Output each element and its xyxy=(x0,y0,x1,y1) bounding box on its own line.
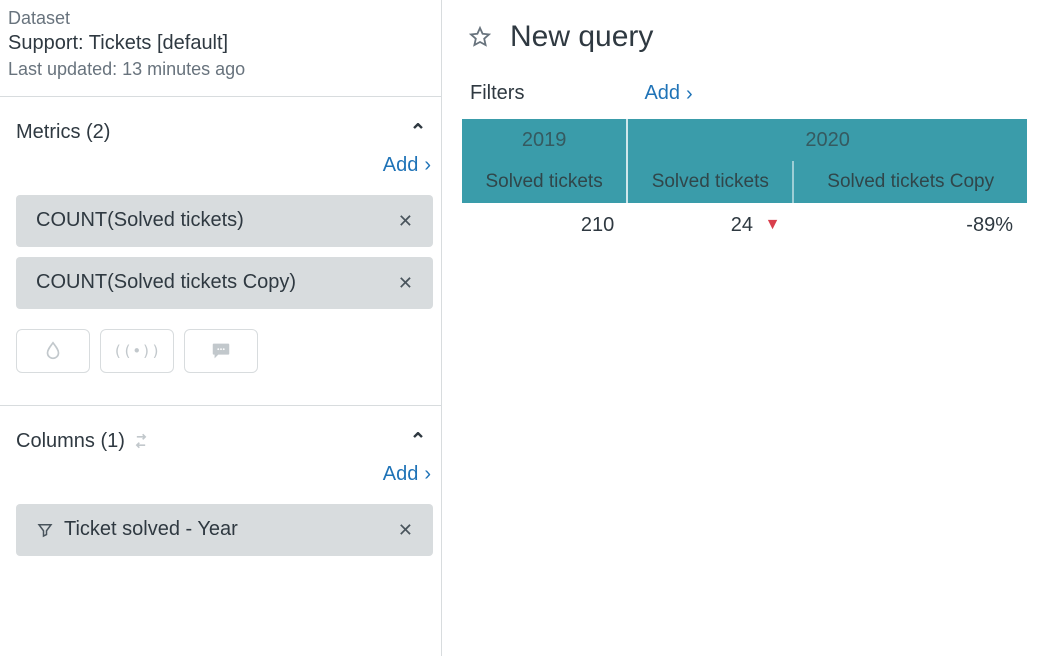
star-icon[interactable] xyxy=(468,25,492,49)
table-cell: 24 ▼ xyxy=(628,203,794,247)
metric-chip-label: COUNT(Solved tickets) xyxy=(36,209,244,232)
filters-add-link[interactable]: Add › xyxy=(644,82,692,105)
query-title[interactable]: New query xyxy=(510,20,653,54)
dataset-name: Support: Tickets [default] xyxy=(8,30,441,57)
metrics-section: Metrics (2) ⌃ Add › COUNT(Solved tickets… xyxy=(0,97,441,406)
droplet-button[interactable] xyxy=(16,329,90,373)
main-area: New query Filters Add › 2019 2020 Solved… xyxy=(442,0,1049,656)
filters-label: Filters xyxy=(470,82,524,105)
chevron-right-icon: › xyxy=(424,464,431,484)
swap-icon[interactable] xyxy=(131,431,151,451)
column-chip-label: Ticket solved - Year xyxy=(36,518,238,541)
columns-section: Columns (1) ⌃ Add › Ticket solved - Y xyxy=(0,406,441,580)
columns-title: Columns (1) xyxy=(16,430,151,453)
chevron-right-icon: › xyxy=(686,84,693,104)
metric-chip[interactable]: COUNT(Solved tickets Copy) ✕ xyxy=(16,257,433,309)
th-year[interactable]: 2019 xyxy=(462,119,628,161)
sidebar: Dataset Support: Tickets [default] Last … xyxy=(0,0,442,656)
down-triangle-icon: ▼ xyxy=(765,216,781,233)
broadcast-button[interactable]: ((•)) xyxy=(100,329,174,373)
dataset-updated: Last updated: 13 minutes ago xyxy=(8,57,441,81)
th-metric[interactable]: Solved tickets xyxy=(462,161,628,203)
metric-chip-label: COUNT(Solved tickets Copy) xyxy=(36,271,296,294)
filters-add-label: Add xyxy=(644,82,680,105)
chevron-right-icon: › xyxy=(424,155,431,175)
filter-icon xyxy=(36,521,54,539)
message-button[interactable] xyxy=(184,329,258,373)
column-chip-remove[interactable]: ✕ xyxy=(398,521,413,539)
table-cell: 210 xyxy=(462,203,628,247)
th-metric[interactable]: Solved tickets Copy xyxy=(794,161,1027,203)
metric-chip-remove[interactable]: ✕ xyxy=(398,212,413,230)
metrics-add-link[interactable]: Add › xyxy=(383,154,431,177)
metric-chip-remove[interactable]: ✕ xyxy=(398,274,413,292)
columns-add-link[interactable]: Add › xyxy=(383,463,431,486)
table-row: 210 24 ▼ -89% xyxy=(462,203,1027,247)
metrics-add-label: Add xyxy=(383,154,419,177)
columns-add-label: Add xyxy=(383,463,419,486)
th-year[interactable]: 2020 xyxy=(628,119,1027,161)
column-chip[interactable]: Ticket solved - Year ✕ xyxy=(16,504,433,556)
metrics-collapse-chevron[interactable]: ⌃ xyxy=(405,122,431,142)
result-table: 2019 2020 Solved tickets Solved tickets … xyxy=(462,119,1027,247)
dataset-label: Dataset xyxy=(8,6,441,30)
metric-chip[interactable]: COUNT(Solved tickets) ✕ xyxy=(16,195,433,247)
dataset-block: Dataset Support: Tickets [default] Last … xyxy=(0,0,441,97)
broadcast-icon: ((•)) xyxy=(113,342,161,360)
metrics-title: Metrics (2) xyxy=(16,121,110,144)
columns-collapse-chevron[interactable]: ⌃ xyxy=(405,431,431,451)
th-metric[interactable]: Solved tickets xyxy=(628,161,794,203)
table-cell: -89% xyxy=(794,203,1027,247)
